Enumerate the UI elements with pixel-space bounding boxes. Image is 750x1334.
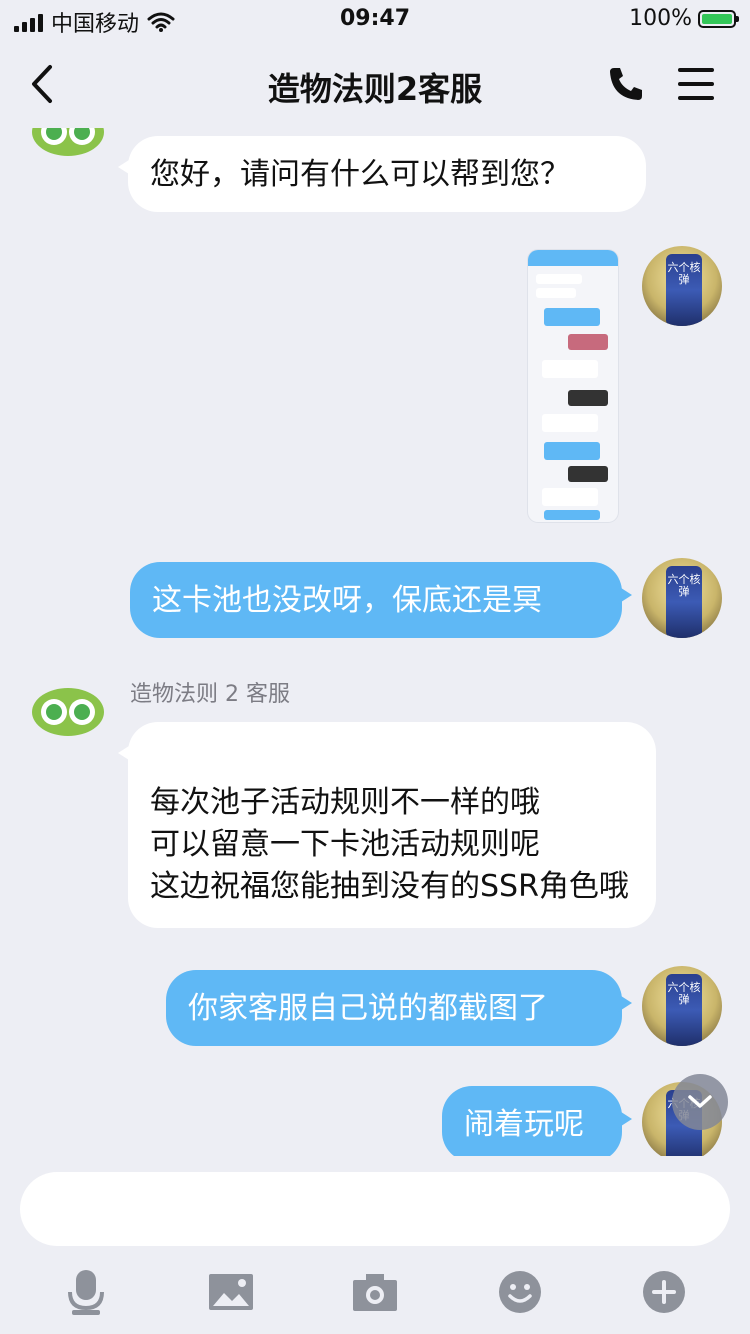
- avatar[interactable]: [28, 128, 108, 166]
- image-message[interactable]: [528, 250, 618, 522]
- camera-button[interactable]: [347, 1264, 403, 1320]
- avatar[interactable]: 六个核弹: [642, 966, 722, 1046]
- avatar[interactable]: 六个核弹: [642, 558, 722, 638]
- message-bubble[interactable]: 你家客服自己说的都截图了: [166, 970, 632, 1046]
- message-input[interactable]: [20, 1172, 730, 1246]
- image-button[interactable]: [203, 1264, 259, 1320]
- message-text: 每次池子活动规则不一样的哦 可以留意一下卡池活动规则呢 这边祝福您能抽到没有的S…: [150, 785, 629, 904]
- message-bubble[interactable]: 闹着玩呢: [442, 1086, 632, 1156]
- status-bar: 中国移动 09:47 100%: [0, 0, 750, 40]
- avatar-text: 六个核弹: [666, 566, 702, 638]
- voice-button[interactable]: [58, 1264, 114, 1320]
- avatar[interactable]: [28, 672, 108, 752]
- chevron-down-icon: [688, 1095, 712, 1108]
- avatar-text: 六个核弹: [666, 254, 702, 326]
- scroll-to-bottom-button[interactable]: [672, 1074, 728, 1130]
- plus-icon: [643, 1271, 685, 1313]
- message-list[interactable]: 您好，请问有什么可以帮到您？ 六个核弹 这卡池也没改呀，保底还是冥 六个核弹 造…: [0, 128, 750, 1156]
- kefu-logo-icon: [32, 688, 104, 736]
- menu-button[interactable]: [678, 68, 714, 100]
- message-bubble[interactable]: 每次池子活动规则不一样的哦 可以留意一下卡池活动规则呢 这边祝福您能抽到没有的S…: [118, 722, 656, 928]
- message-text: 您好，请问有什么可以帮到您？: [150, 157, 570, 192]
- message-text: 你家客服自己说的都截图了: [188, 991, 548, 1026]
- battery-icon: [698, 9, 739, 28]
- more-button[interactable]: [636, 1264, 692, 1320]
- composer: [0, 1156, 750, 1334]
- avatar-text: 六个核弹: [666, 974, 702, 1046]
- message-bubble[interactable]: 您好，请问有什么可以帮到您？: [118, 136, 646, 212]
- camera-icon: [353, 1274, 397, 1311]
- microphone-icon: [68, 1270, 104, 1315]
- avatar[interactable]: 六个核弹: [642, 246, 722, 326]
- emoji-icon: [499, 1271, 541, 1313]
- kefu-logo-icon: [32, 128, 104, 156]
- navigation-bar: 造物法则2客服: [0, 40, 750, 128]
- message-bubble[interactable]: 这卡池也没改呀，保底还是冥: [130, 562, 632, 638]
- phone-icon: [610, 68, 642, 100]
- message-text: 闹着玩呢: [464, 1107, 584, 1142]
- sender-name: 造物法则 2 客服: [130, 682, 290, 707]
- message-text: 这卡池也没改呀，保底还是冥: [152, 583, 542, 618]
- image-icon: [209, 1274, 253, 1310]
- call-button[interactable]: [606, 64, 646, 104]
- emoji-button[interactable]: [492, 1264, 548, 1320]
- battery-percent: 100%: [629, 6, 692, 31]
